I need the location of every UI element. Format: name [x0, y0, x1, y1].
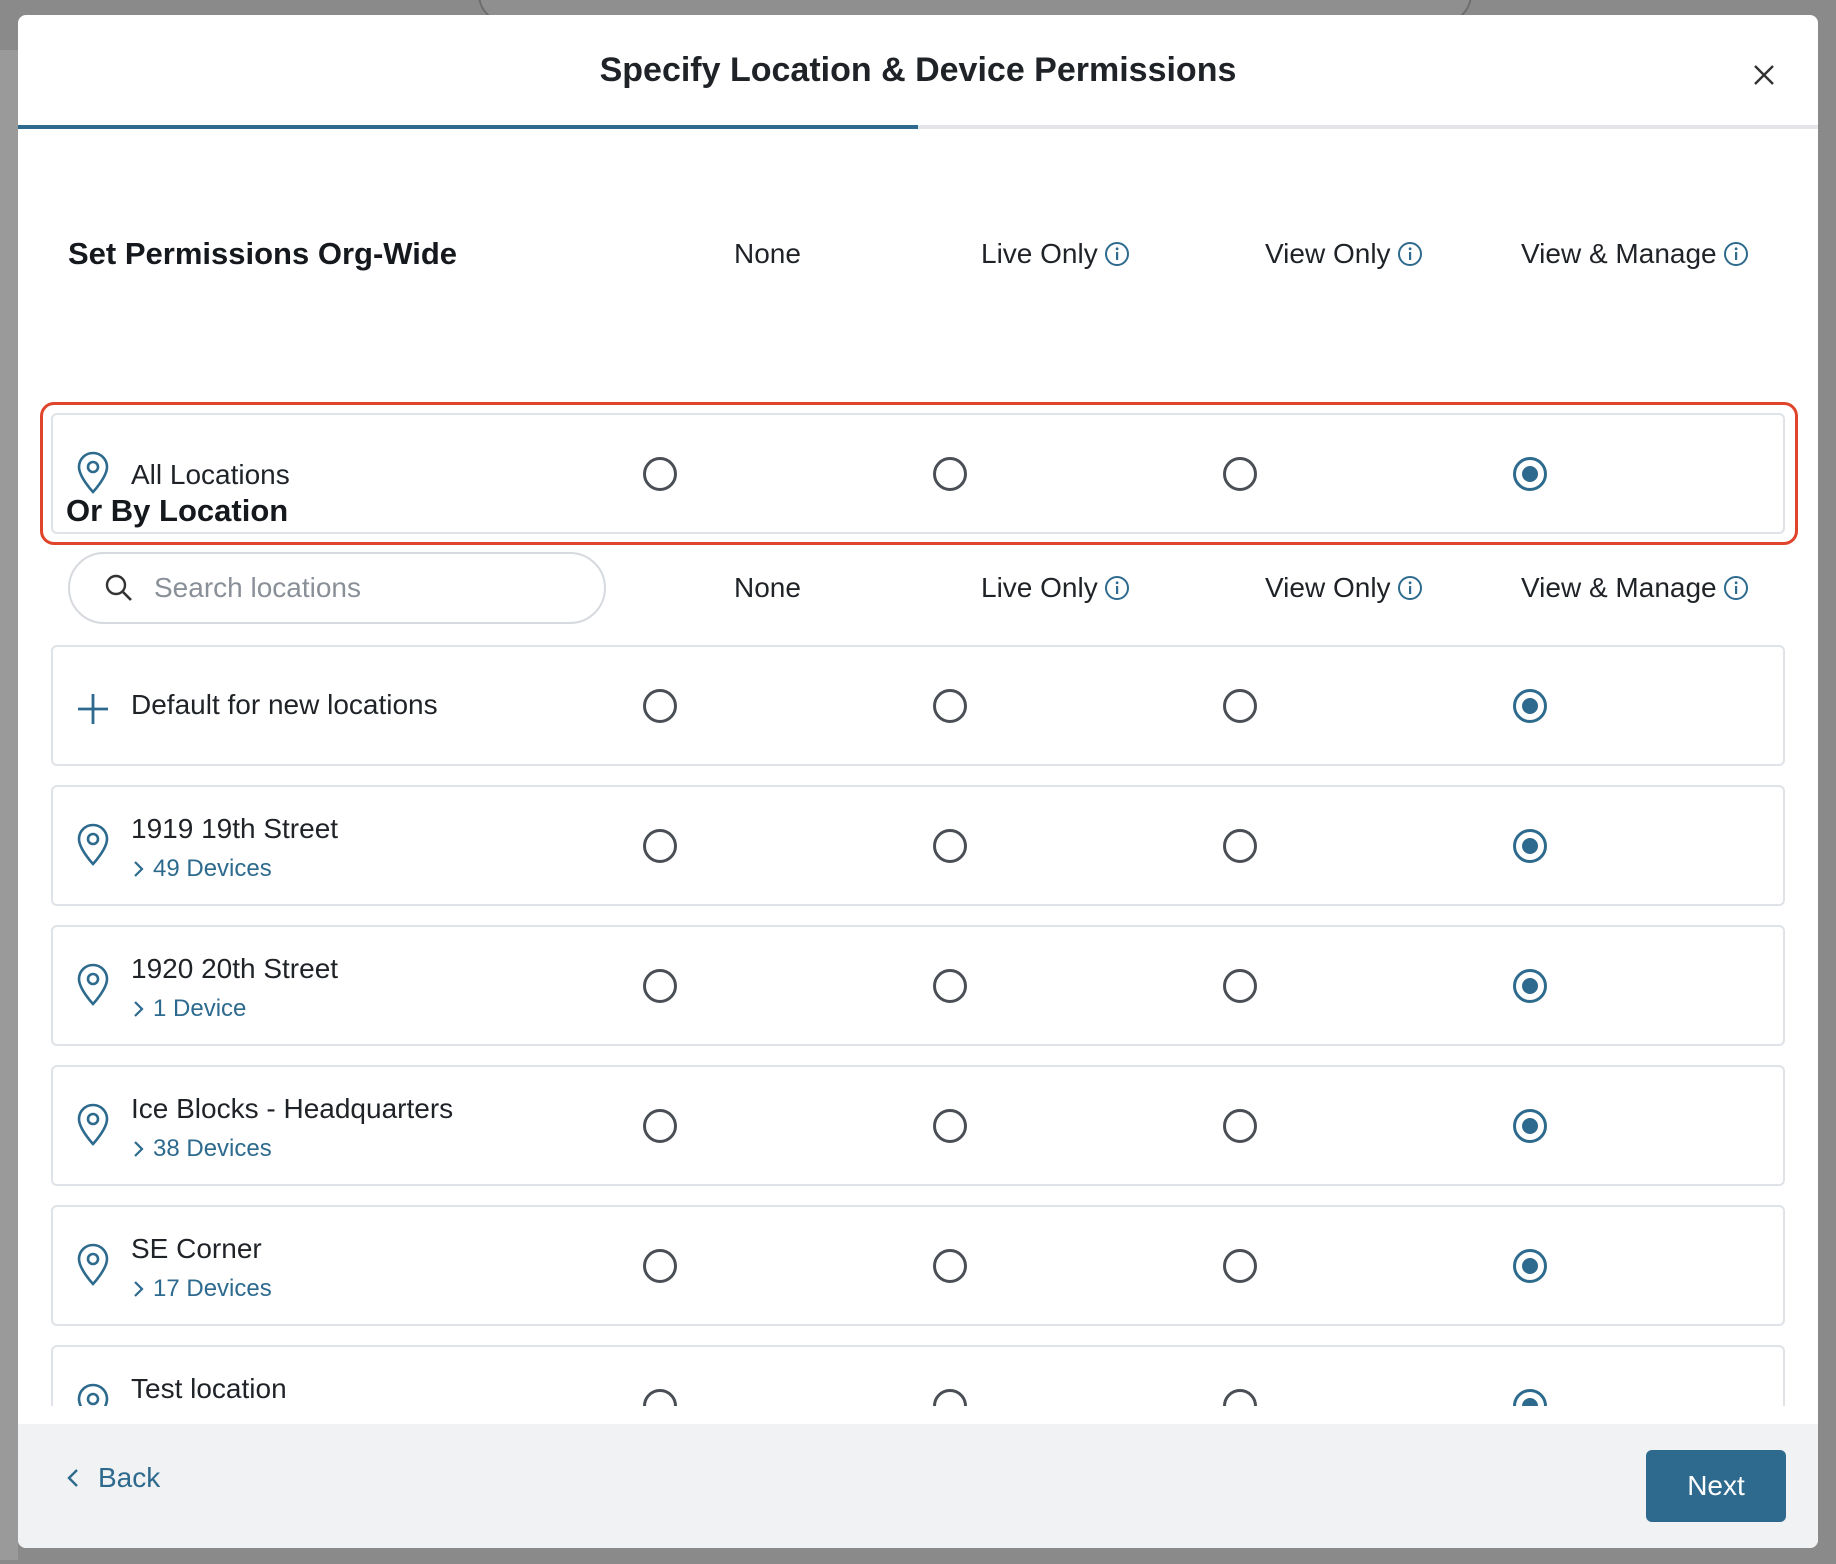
row-label: Test location	[131, 1373, 287, 1404]
info-icon[interactable]	[1397, 241, 1423, 267]
row-label: SE Corner	[131, 1233, 262, 1264]
search-locations-field[interactable]	[68, 552, 606, 624]
radio-view-manage[interactable]	[1513, 1249, 1547, 1283]
info-icon[interactable]	[1104, 241, 1130, 267]
modal-title: Specify Location & Device Permissions	[599, 51, 1237, 89]
org-wide-heading: Set Permissions Org-Wide	[68, 236, 458, 271]
devices-expand-link[interactable]: 49 Devices	[133, 855, 272, 883]
radio-none[interactable]	[643, 829, 677, 863]
search-input[interactable]	[152, 571, 576, 605]
by-location-heading: Or By Location	[66, 493, 289, 528]
chevron-right-icon	[134, 1141, 144, 1157]
chevron-left-icon	[67, 1469, 78, 1487]
col-header-view-manage: View & Manage	[1521, 238, 1749, 270]
row-label: 1920 20th Street	[131, 953, 339, 984]
radio-view-manage[interactable]	[1513, 829, 1547, 863]
devices-expand-link[interactable]: 1 Device	[133, 995, 246, 1023]
close-button[interactable]	[1744, 55, 1784, 95]
location-pin-icon	[77, 963, 109, 1006]
all-locations-row: All Locations	[51, 413, 1785, 534]
location-pin-icon	[77, 1383, 109, 1406]
chevron-right-icon	[134, 1281, 144, 1297]
col-header-view-manage: View & Manage	[1521, 572, 1749, 604]
devices-expand-link[interactable]: 17 Devices	[133, 1275, 272, 1303]
row-label: 1919 19th Street	[131, 813, 339, 844]
col-header-none: None	[734, 238, 801, 269]
search-icon	[105, 574, 132, 601]
info-icon[interactable]	[1723, 575, 1749, 601]
devices-expand-link[interactable]: 38 Devices	[133, 1135, 272, 1163]
radio-view-only[interactable]	[1223, 689, 1257, 723]
radio-live-only[interactable]	[933, 457, 967, 491]
close-icon	[1754, 65, 1774, 85]
radio-none[interactable]	[643, 1389, 677, 1406]
radio-none[interactable]	[643, 689, 677, 723]
radio-live-only[interactable]	[933, 829, 967, 863]
location-row: SE Corner 17 Devices	[51, 1205, 1785, 1326]
radio-live-only[interactable]	[933, 689, 967, 723]
background-panel	[0, 50, 18, 1560]
location-row: 1919 19th Street 49 Devices	[51, 785, 1785, 906]
location-row: 1920 20th Street 1 Device	[51, 925, 1785, 1046]
location-row: Ice Blocks - Headquarters 38 Devices	[51, 1065, 1785, 1186]
radio-none[interactable]	[643, 1109, 677, 1143]
radio-live-only[interactable]	[933, 1389, 967, 1406]
permissions-modal: Specify Location & Device Permissions Se…	[18, 15, 1818, 1548]
modal-footer: Back Next	[18, 1424, 1818, 1548]
plus-icon	[78, 694, 108, 724]
radio-live-only[interactable]	[933, 1249, 967, 1283]
info-icon[interactable]	[1104, 575, 1130, 601]
radio-view-manage[interactable]	[1513, 1109, 1547, 1143]
location-pin-icon	[77, 823, 109, 866]
step-progress-bar	[18, 125, 1818, 129]
radio-view-only[interactable]	[1223, 1389, 1257, 1406]
modal-header: Specify Location & Device Permissions	[18, 15, 1818, 129]
radio-view-manage[interactable]	[1513, 457, 1547, 491]
location-pin-icon	[77, 1103, 109, 1146]
row-label: Default for new locations	[131, 689, 438, 720]
radio-view-manage[interactable]	[1513, 1389, 1547, 1406]
radio-view-only[interactable]	[1223, 829, 1257, 863]
col-header-none: None	[734, 572, 801, 603]
location-pin-icon	[77, 451, 109, 494]
radio-none[interactable]	[643, 1249, 677, 1283]
row-label: Ice Blocks - Headquarters	[131, 1093, 454, 1124]
radio-view-only[interactable]	[1223, 969, 1257, 1003]
row-label: All Locations	[131, 459, 290, 490]
col-header-view-only: View Only	[1265, 572, 1423, 604]
col-header-live-only: Live Only	[981, 572, 1130, 604]
location-row: Test location	[51, 1345, 1785, 1406]
radio-view-only[interactable]	[1223, 457, 1257, 491]
radio-live-only[interactable]	[933, 969, 967, 1003]
radio-none[interactable]	[643, 969, 677, 1003]
chevron-right-icon	[134, 861, 144, 877]
back-button[interactable]: Back	[66, 1462, 160, 1494]
location-pin-icon	[77, 1243, 109, 1286]
radio-view-only[interactable]	[1223, 1109, 1257, 1143]
radio-none[interactable]	[643, 457, 677, 491]
info-icon[interactable]	[1723, 241, 1749, 267]
location-row-default: Default for new locations	[51, 645, 1785, 766]
info-icon[interactable]	[1397, 575, 1423, 601]
next-button[interactable]: Next	[1646, 1450, 1786, 1522]
radio-view-only[interactable]	[1223, 1249, 1257, 1283]
radio-view-manage[interactable]	[1513, 969, 1547, 1003]
radio-live-only[interactable]	[933, 1109, 967, 1143]
col-header-view-only: View Only	[1265, 238, 1423, 270]
modal-content: Set Permissions Org-Wide None Live Only …	[18, 131, 1818, 1406]
step-progress-fill	[18, 125, 918, 129]
radio-view-manage[interactable]	[1513, 689, 1547, 723]
col-header-live-only: Live Only	[981, 238, 1130, 270]
chevron-right-icon	[134, 1001, 144, 1017]
